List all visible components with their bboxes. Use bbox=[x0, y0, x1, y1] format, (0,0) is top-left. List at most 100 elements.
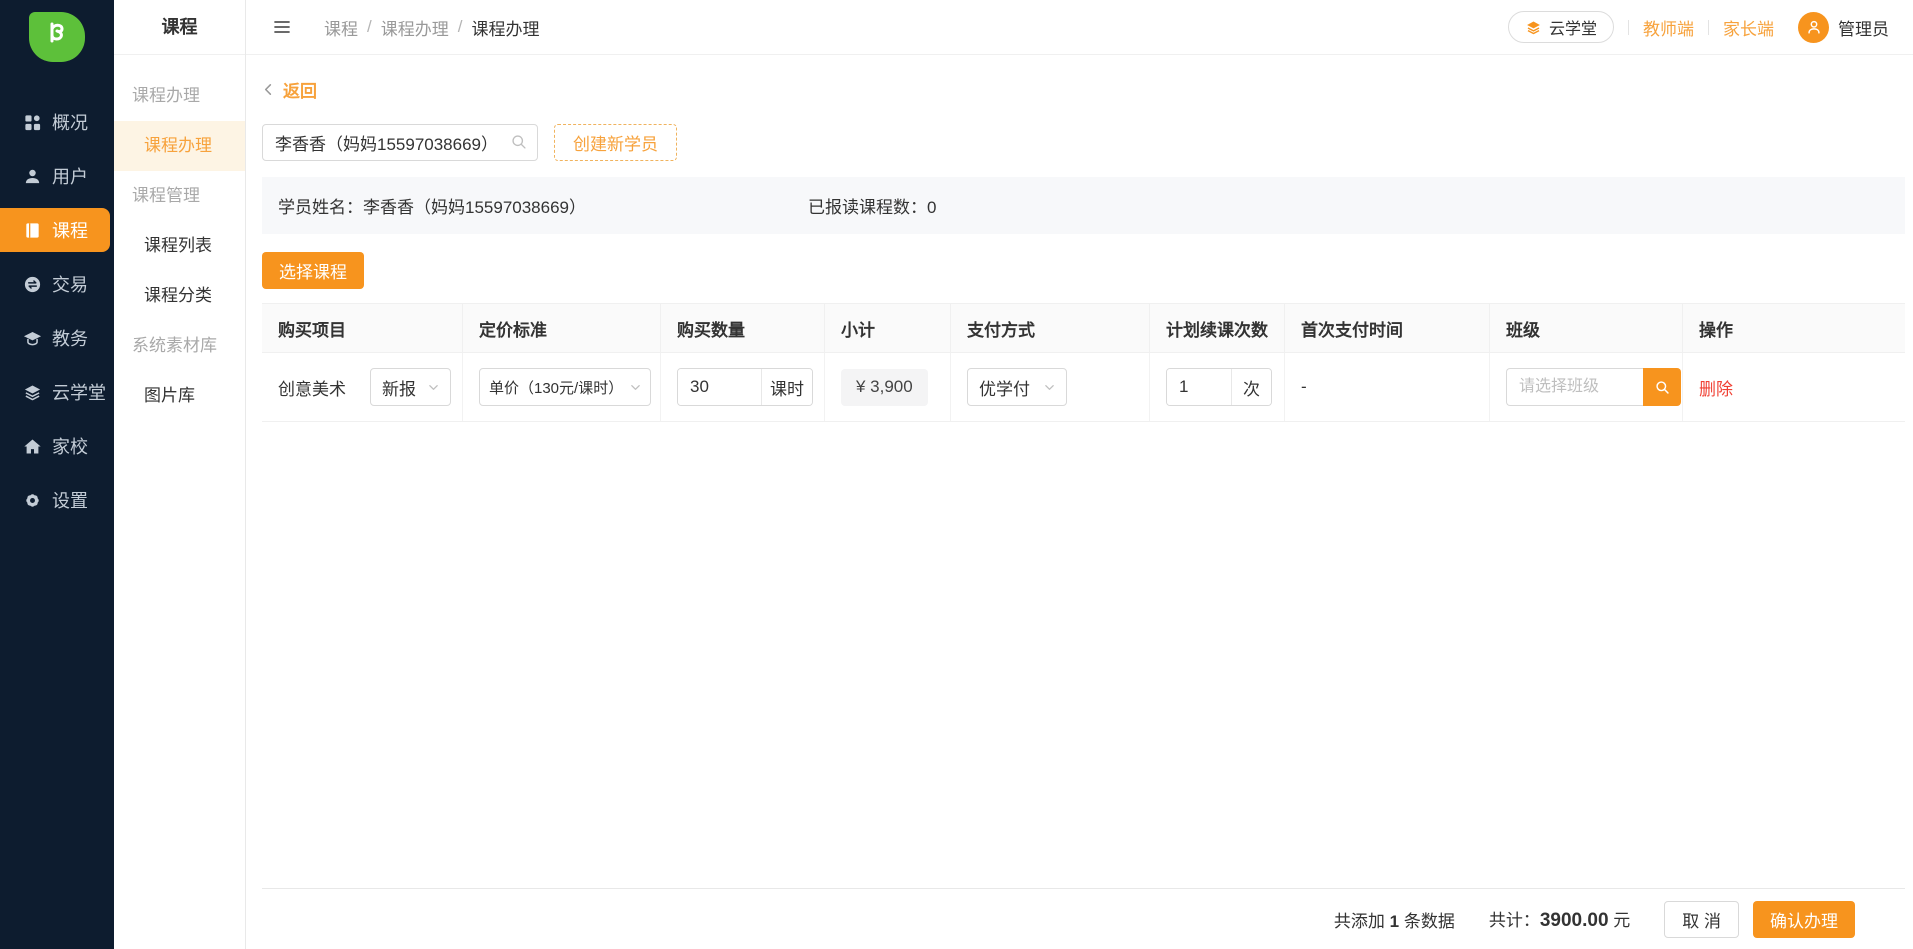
nav-item-settings[interactable]: 设置 bbox=[0, 478, 114, 522]
student-search-input[interactable] bbox=[262, 124, 538, 161]
cell-pricing-standard: 单价（130元/课时） bbox=[463, 353, 661, 421]
submenu-item-course-category[interactable]: 课程分类 bbox=[114, 271, 245, 321]
submenu-list: 课程办理 课程办理 课程管理 课程列表 课程分类 系统素材库 图片库 bbox=[114, 55, 245, 421]
nav-item-users[interactable]: 用户 bbox=[0, 154, 114, 198]
nav-item-academics[interactable]: 教务 bbox=[0, 316, 114, 360]
breadcrumb: 课程 / 课程办理 / 课程办理 bbox=[324, 15, 539, 40]
cloud-school-portal-button[interactable]: 云学堂 bbox=[1508, 11, 1614, 43]
nav-item-label: 概况 bbox=[52, 109, 88, 135]
added-prefix: 共添加 bbox=[1334, 912, 1390, 931]
chevron-down-icon bbox=[1038, 382, 1055, 393]
search-icon[interactable] bbox=[510, 133, 528, 156]
divider bbox=[1708, 20, 1709, 35]
book-icon bbox=[22, 220, 42, 240]
layers-icon bbox=[1525, 19, 1542, 36]
person-icon bbox=[1805, 18, 1823, 36]
portal-pill-label: 云学堂 bbox=[1549, 15, 1597, 39]
delete-row-link[interactable]: 删除 bbox=[1699, 375, 1733, 400]
app-window: 概况 用户 课程 交易 教务 云学堂 bbox=[0, 0, 1913, 949]
exchange-icon bbox=[22, 274, 42, 294]
renew-times-unit: 次 bbox=[1231, 369, 1271, 405]
breadcrumb-separator: / bbox=[367, 17, 372, 37]
cell-payment-method: 优学付 bbox=[951, 353, 1150, 421]
cell-renew-times: 次 bbox=[1150, 353, 1285, 421]
payment-method-select[interactable]: 优学付 bbox=[967, 368, 1067, 406]
column-header-renew-times: 计划续课次数 bbox=[1150, 304, 1285, 352]
nav-item-home-school[interactable]: 家校 bbox=[0, 424, 114, 468]
submenu-section-course-handling: 课程办理 bbox=[114, 71, 245, 121]
pricing-standard-select[interactable]: 单价（130元/课时） bbox=[479, 368, 651, 406]
column-header-first-pay-time: 首次支付时间 bbox=[1285, 304, 1490, 352]
submenu-item-course-handling[interactable]: 课程办理 bbox=[114, 121, 245, 171]
breadcrumb-item[interactable]: 课程办理 bbox=[381, 15, 449, 40]
user-name[interactable]: 管理员 bbox=[1838, 15, 1889, 40]
added-count: 1 bbox=[1390, 912, 1399, 931]
chevron-down-icon bbox=[624, 382, 641, 393]
cell-quantity: 课时 bbox=[661, 353, 825, 421]
nav-item-label: 课程 bbox=[52, 217, 88, 243]
nav-item-transactions[interactable]: 交易 bbox=[0, 262, 114, 306]
select-course-button[interactable]: 选择课程 bbox=[262, 252, 364, 289]
class-select-input[interactable] bbox=[1506, 368, 1643, 406]
added-suffix: 条数据 bbox=[1399, 912, 1455, 931]
student-search bbox=[262, 124, 538, 161]
primary-sidebar: 概况 用户 课程 交易 教务 云学堂 bbox=[0, 0, 114, 949]
nav-item-label: 交易 bbox=[52, 271, 88, 297]
submenu-item-course-list[interactable]: 课程列表 bbox=[114, 221, 245, 271]
enrolled-count-value: 0 bbox=[927, 198, 936, 217]
breadcrumb-item[interactable]: 课程 bbox=[324, 15, 358, 40]
cancel-button[interactable]: 取 消 bbox=[1664, 901, 1739, 938]
nav-item-overview[interactable]: 概况 bbox=[0, 100, 114, 144]
parent-portal-link[interactable]: 家长端 bbox=[1723, 15, 1774, 40]
total-value: 3900.00 bbox=[1540, 910, 1609, 931]
page-content: 返回 创建新学员 学员姓名：李香香（妈妈15597038669） 已报读课程数：… bbox=[246, 55, 1913, 949]
app-logo[interactable] bbox=[29, 12, 85, 62]
collapse-sidebar-icon[interactable] bbox=[272, 17, 292, 37]
gear-icon bbox=[22, 490, 42, 510]
renew-times-input-group: 次 bbox=[1166, 368, 1272, 406]
table-row: 创意美术 新报 单价（130元/课时） bbox=[262, 353, 1905, 422]
table-header-row: 购买项目 定价标准 购买数量 小计 支付方式 计划续课次数 首次支付时间 班级 … bbox=[262, 303, 1905, 353]
student-name-label: 学员姓名： bbox=[278, 198, 363, 217]
back-label: 返回 bbox=[283, 77, 317, 102]
summary-footer: 共添加 1 条数据 共计：3900.00 元 取 消 确认办理 bbox=[262, 888, 1905, 949]
layers-icon bbox=[22, 382, 42, 402]
create-student-button[interactable]: 创建新学员 bbox=[554, 124, 677, 161]
total-label: 共计： bbox=[1489, 911, 1540, 930]
cell-actions: 删除 bbox=[1683, 353, 1905, 421]
nav-item-cloud-school[interactable]: 云学堂 bbox=[0, 370, 114, 414]
course-name: 创意美术 bbox=[278, 375, 346, 400]
enroll-type-value: 新报 bbox=[382, 375, 416, 400]
teacher-portal-link[interactable]: 教师端 bbox=[1643, 15, 1694, 40]
cell-purchase-item: 创意美术 新报 bbox=[262, 353, 463, 421]
enroll-type-select[interactable]: 新报 bbox=[370, 368, 451, 406]
confirm-button[interactable]: 确认办理 bbox=[1753, 901, 1855, 938]
submenu-section-course-management: 课程管理 bbox=[114, 171, 245, 221]
back-link[interactable]: 返回 bbox=[262, 77, 352, 102]
home-icon bbox=[22, 436, 42, 456]
class-select-group bbox=[1506, 368, 1681, 406]
renew-times-input[interactable] bbox=[1167, 369, 1231, 405]
payment-method-value: 优学付 bbox=[979, 375, 1030, 400]
first-pay-time-value: - bbox=[1301, 377, 1307, 397]
logo-leaf-icon bbox=[42, 20, 72, 55]
column-header-purchase-item: 购买项目 bbox=[262, 304, 463, 352]
column-header-payment-method: 支付方式 bbox=[951, 304, 1150, 352]
class-search-button[interactable] bbox=[1643, 368, 1681, 406]
student-name: 学员姓名：李香香（妈妈15597038669） bbox=[278, 193, 808, 218]
avatar[interactable] bbox=[1798, 12, 1829, 43]
column-header-class: 班级 bbox=[1490, 304, 1683, 352]
main-area: 课程 / 课程办理 / 课程办理 云学堂 教师端 家长端 管理员 bbox=[246, 0, 1913, 949]
graduation-cap-icon bbox=[22, 328, 42, 348]
nav-item-courses[interactable]: 课程 bbox=[0, 208, 110, 252]
breadcrumb-current: 课程办理 bbox=[471, 15, 539, 40]
submenu-item-image-library[interactable]: 图片库 bbox=[114, 371, 245, 421]
breadcrumb-separator: / bbox=[458, 17, 463, 37]
purchase-table: 购买项目 定价标准 购买数量 小计 支付方式 计划续课次数 首次支付时间 班级 … bbox=[262, 303, 1905, 422]
subtotal-value: ¥ 3,900 bbox=[841, 369, 928, 406]
column-header-actions: 操作 bbox=[1683, 304, 1905, 352]
total-text: 共计：3900.00 元 bbox=[1489, 906, 1630, 932]
quantity-input[interactable] bbox=[678, 369, 761, 405]
enrolled-count-label: 已报读课程数： bbox=[808, 198, 927, 217]
column-header-pricing-standard: 定价标准 bbox=[463, 304, 661, 352]
